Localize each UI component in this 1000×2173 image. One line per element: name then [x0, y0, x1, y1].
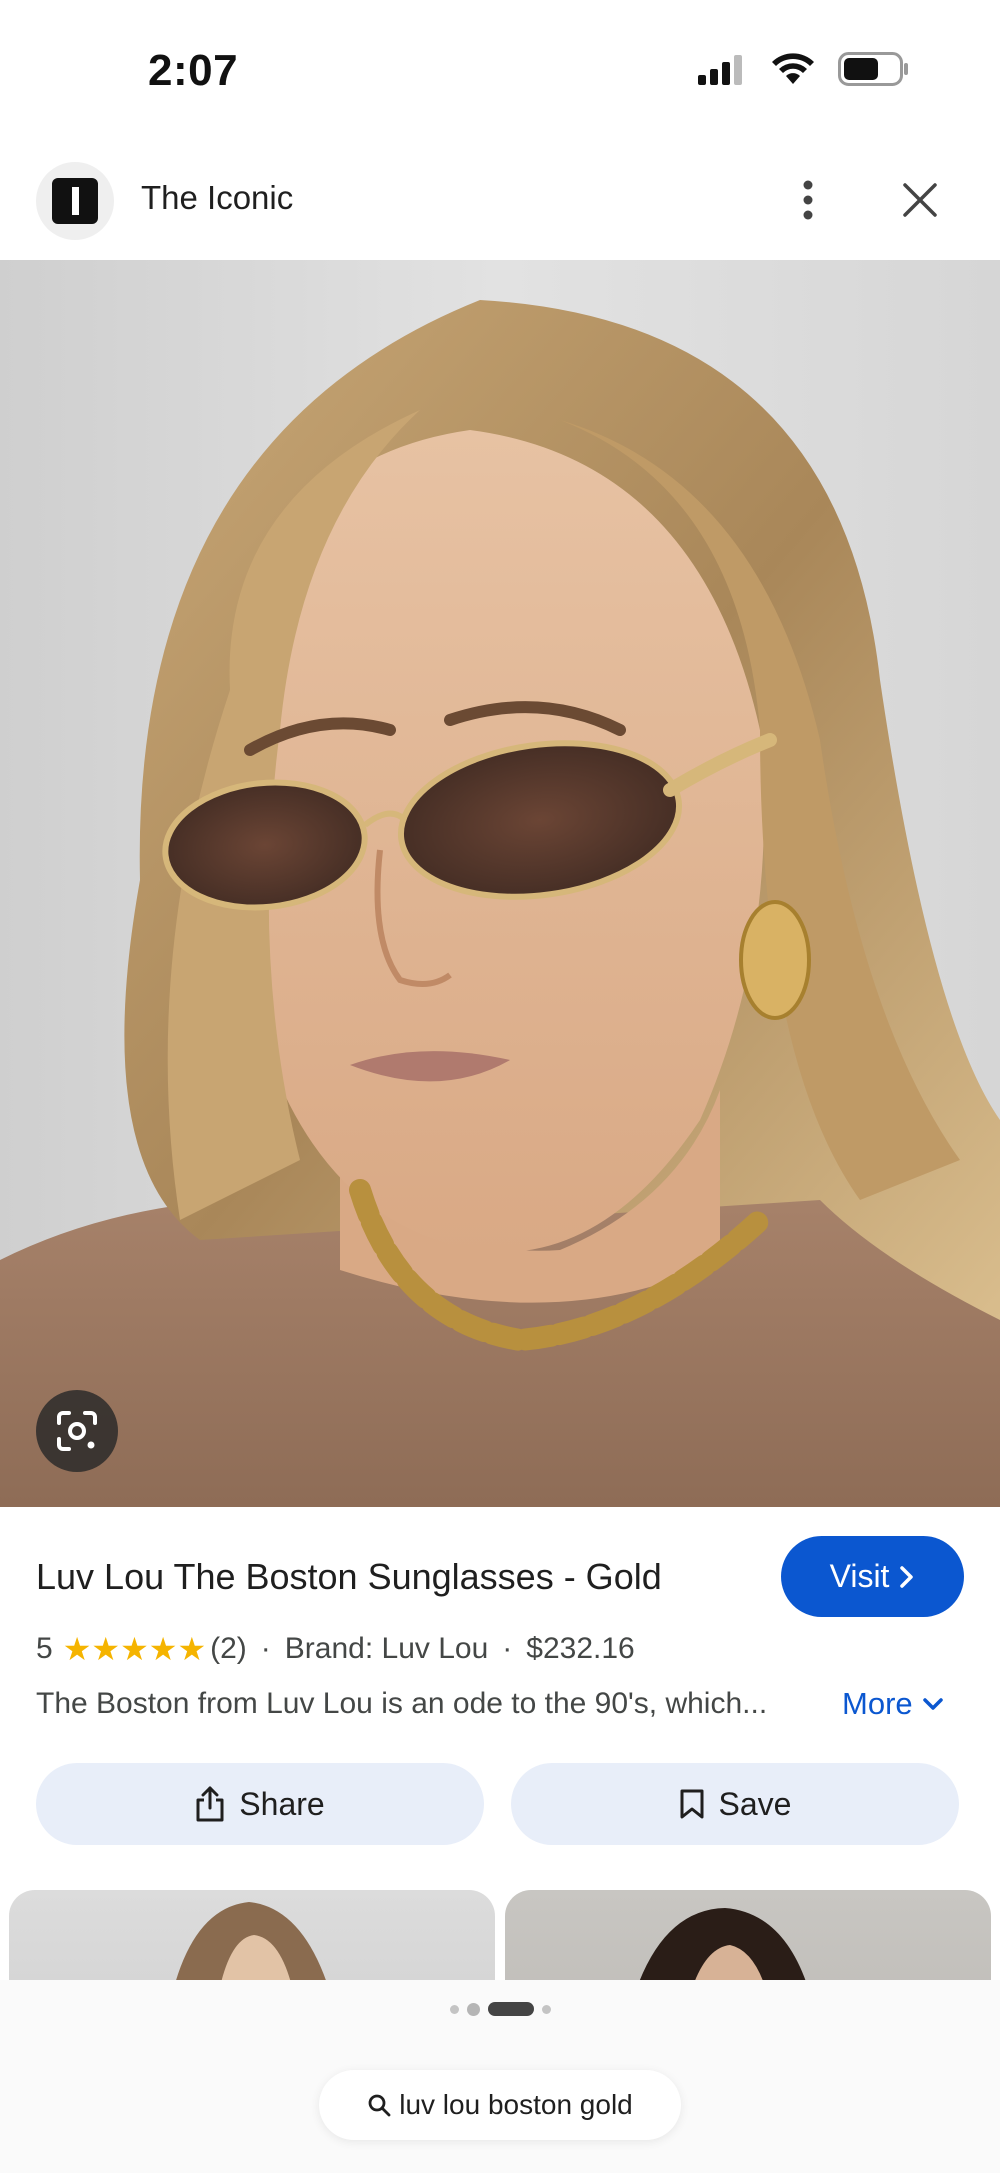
search-query-pill[interactable]: luv lou boston gold [319, 2070, 681, 2140]
cellular-signal-icon [698, 53, 748, 90]
star-icon: ★ [62, 1631, 92, 1667]
site-header: The Iconic [0, 158, 1000, 260]
page-dot[interactable] [541, 2004, 551, 2014]
star-icon: ★ [148, 1631, 178, 1667]
star-icon: ★ [120, 1631, 149, 1667]
visit-button[interactable]: Visit [781, 1536, 964, 1617]
product-title[interactable]: Luv Lou The Boston Sunglasses - Gold [36, 1556, 662, 1598]
status-bar: 2:07 [0, 0, 1000, 150]
close-button[interactable] [892, 172, 948, 228]
google-lens-button[interactable] [36, 1390, 118, 1472]
separator-dot: · [502, 1632, 513, 1665]
more-options-button[interactable] [786, 168, 830, 232]
related-image-1 [175, 1902, 327, 1982]
search-icon [368, 2094, 391, 2117]
page-dot[interactable] [449, 2004, 459, 2014]
review-count: (2) [210, 1632, 247, 1665]
search-query: luv lou boston gold [399, 2089, 633, 2120]
related-result-card[interactable] [9, 1890, 495, 1982]
status-icons [698, 52, 908, 91]
save-label: Save [718, 1785, 792, 1822]
separator-dot: · [260, 1632, 271, 1665]
share-icon [196, 1786, 224, 1822]
product-description-row: The Boston from Luv Lou is an ode to the… [36, 1686, 966, 1722]
product-description: The Boston from Luv Lou is an ode to the… [36, 1687, 768, 1720]
google-lens-icon [57, 1411, 97, 1451]
visit-label: Visit [829, 1558, 890, 1594]
product-price: $232.16 [526, 1632, 635, 1665]
related-result-card[interactable] [505, 1890, 991, 1982]
close-icon [903, 183, 937, 217]
product-image[interactable] [0, 260, 1000, 1507]
site-name[interactable]: The Iconic [141, 179, 293, 217]
product-brand: Brand: Luv Lou [284, 1632, 489, 1665]
related-image-2 [639, 1908, 807, 1982]
chevron-down-icon [922, 1698, 943, 1710]
share-button[interactable]: Share [36, 1763, 484, 1845]
page-dot-active[interactable] [487, 2002, 534, 2016]
wifi-icon [770, 52, 816, 91]
chevron-right-icon [900, 1565, 914, 1588]
product-photo-illustration [0, 300, 1000, 1507]
more-vertical-icon [803, 180, 813, 220]
star-icon: ★ [91, 1631, 121, 1667]
page-dot[interactable] [466, 2002, 480, 2016]
related-results [0, 1890, 1000, 1982]
battery-icon [838, 52, 908, 91]
pagination-dots [0, 2002, 1000, 2016]
rating-stars: ★ ★ ★ ★ ★ [63, 1633, 206, 1665]
share-label: Share [239, 1785, 325, 1822]
bookmark-icon [680, 1789, 704, 1819]
star-icon: ★ [177, 1631, 207, 1667]
product-meta: 5 ★ ★ ★ ★ ★ (2) · Brand: Luv Lou · $232.… [36, 1632, 635, 1666]
rating-value: 5 [36, 1632, 53, 1665]
save-button[interactable]: Save [511, 1763, 959, 1845]
the-iconic-logo-icon[interactable] [36, 162, 114, 240]
status-time: 2:07 [148, 46, 239, 95]
more-label: More [842, 1686, 913, 1721]
more-button[interactable]: More [842, 1686, 943, 1722]
